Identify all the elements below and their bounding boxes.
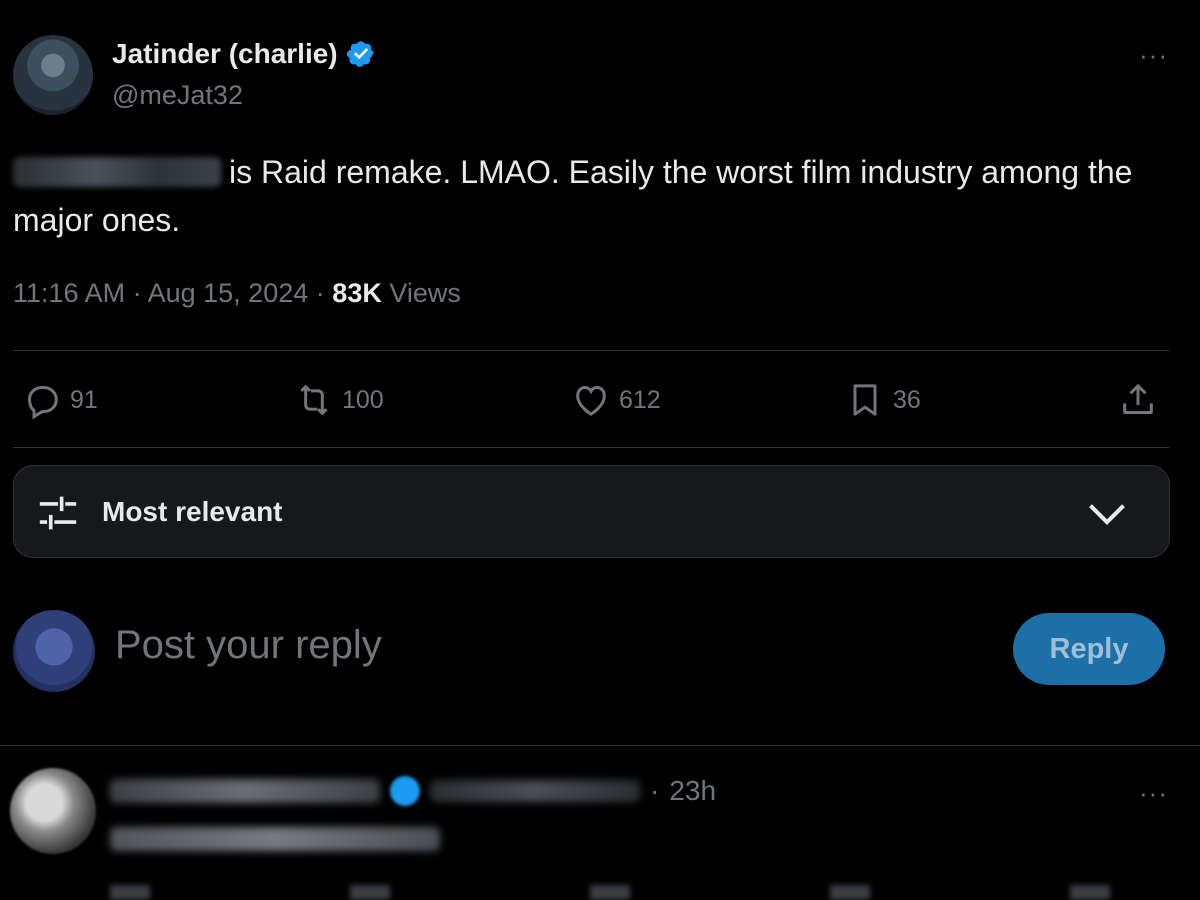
reply-icon bbox=[27, 386, 58, 420]
reply-separator: · bbox=[650, 775, 660, 806]
repost-icon bbox=[300, 385, 328, 415]
author-name-row[interactable]: Jatinder (charlie) bbox=[112, 38, 376, 70]
verified-badge-icon bbox=[346, 41, 374, 67]
redacted-reply-text bbox=[110, 827, 440, 851]
redacted-reply-author-handle[interactable] bbox=[430, 780, 640, 802]
more-icon[interactable]: ··· bbox=[1139, 778, 1168, 809]
reply-submit-button[interactable]: Reply bbox=[1013, 613, 1165, 685]
bookmark-count: 36 bbox=[893, 385, 921, 414]
tweet-date[interactable]: Aug 15, 2024 bbox=[148, 278, 309, 308]
tweet-time[interactable]: 11:16 AM bbox=[13, 278, 125, 308]
meta-separator: · bbox=[315, 278, 325, 308]
verified-badge-icon bbox=[390, 776, 420, 806]
reply-header: · 23h bbox=[110, 775, 716, 807]
redacted-mention bbox=[13, 157, 221, 187]
like-button[interactable]: 612 bbox=[571, 380, 661, 420]
views-label: Views bbox=[389, 278, 461, 308]
reply-author-avatar[interactable] bbox=[10, 768, 96, 854]
divider bbox=[13, 447, 1170, 448]
repost-button[interactable]: 100 bbox=[294, 380, 384, 420]
meta-separator: · bbox=[132, 278, 142, 308]
author-name[interactable]: Jatinder (charlie) bbox=[112, 38, 338, 70]
reply-action-bar bbox=[110, 885, 1170, 900]
tweet-meta: 11:16 AM · Aug 15, 2024 · 83K Views bbox=[13, 278, 461, 309]
like-icon bbox=[576, 385, 606, 416]
tweet-detail-page: Jatinder (charlie) @meJat32 ··· is Raid … bbox=[0, 0, 1200, 900]
sort-sliders-icon bbox=[39, 496, 77, 530]
divider bbox=[0, 745, 1200, 746]
views-count: 83K bbox=[332, 278, 382, 308]
bookmark-button[interactable]: 36 bbox=[845, 380, 921, 420]
author-handle[interactable]: @meJat32 bbox=[112, 80, 243, 111]
share-icon bbox=[1123, 384, 1153, 414]
reply-count: 91 bbox=[70, 385, 98, 414]
like-count: 612 bbox=[619, 385, 661, 414]
current-user-avatar[interactable] bbox=[13, 610, 95, 692]
reply-time[interactable]: 23h bbox=[669, 775, 716, 807]
more-icon[interactable]: ··· bbox=[1139, 40, 1168, 71]
reply-button[interactable]: 91 bbox=[22, 380, 98, 420]
sort-dropdown[interactable]: Most relevant bbox=[13, 465, 1170, 558]
bookmark-icon bbox=[853, 384, 877, 416]
reply-input[interactable] bbox=[115, 623, 975, 668]
share-button[interactable] bbox=[1118, 380, 1158, 420]
sort-label: Most relevant bbox=[102, 496, 283, 527]
author-avatar[interactable] bbox=[13, 35, 93, 115]
divider bbox=[13, 350, 1170, 351]
redacted-reply-author-name[interactable] bbox=[110, 779, 380, 803]
repost-count: 100 bbox=[342, 385, 384, 414]
chevron-down-icon bbox=[1089, 504, 1125, 526]
tweet-text: is Raid remake. LMAO. Easily the worst f… bbox=[13, 148, 1183, 244]
